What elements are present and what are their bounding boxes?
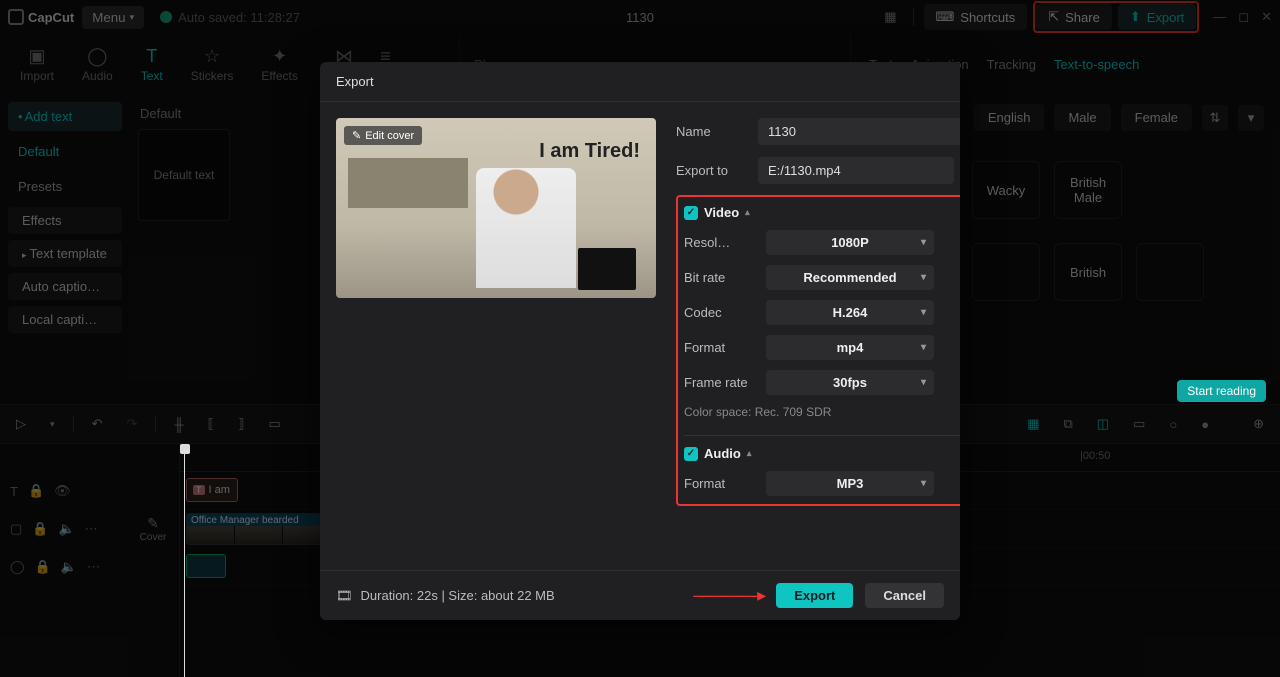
modal-title: Export (320, 62, 960, 102)
audio-format-select[interactable]: MP3▾ (766, 471, 934, 496)
export-confirm-button[interactable]: Export (776, 583, 853, 608)
resolution-select[interactable]: 1080P▾ (766, 230, 934, 255)
export-preview: ✎Edit cover I am Tired! (336, 118, 656, 298)
chevron-down-icon: ▾ (921, 478, 926, 489)
start-reading-button[interactable]: Start reading (1177, 380, 1266, 402)
chevron-down-icon: ▾ (921, 342, 926, 353)
chevron-down-icon: ▾ (921, 272, 926, 283)
preview-caption: I am Tired! (539, 140, 640, 163)
codec-label: Codec (684, 305, 756, 320)
audio-format-label: Format (684, 476, 756, 491)
edit-cover-button[interactable]: ✎Edit cover (344, 126, 422, 145)
video-checkbox[interactable]: ✓ (684, 206, 698, 220)
codec-select[interactable]: H.264▾ (766, 300, 934, 325)
cancel-button[interactable]: Cancel (865, 583, 944, 608)
framerate-label: Frame rate (684, 375, 756, 390)
framerate-select[interactable]: 30fps▾ (766, 370, 934, 395)
exportto-label: Export to (676, 163, 748, 178)
colorspace-info: Color space: Rec. 709 SDR (684, 405, 960, 419)
format-select[interactable]: mp4▾ (766, 335, 934, 360)
chevron-down-icon: ▾ (921, 377, 926, 388)
name-label: Name (676, 124, 748, 139)
pencil-icon: ✎ (352, 129, 361, 142)
collapse-icon: ▴ (745, 207, 750, 218)
resolution-label: Resol… (684, 235, 756, 250)
audio-checkbox[interactable]: ✓ (684, 447, 698, 461)
name-input[interactable] (758, 118, 960, 145)
chevron-down-icon: ▾ (921, 237, 926, 248)
arrow-annotation: ————▸ (693, 585, 764, 606)
film-icon: 🎞 (336, 588, 353, 604)
duration-info: Duration: 22s | Size: about 22 MB (361, 588, 555, 603)
exportto-input[interactable] (758, 157, 954, 184)
bitrate-select[interactable]: Recommended▾ (766, 265, 934, 290)
format-label: Format (684, 340, 756, 355)
audio-section-toggle[interactable]: ✓ Audio ▴ (684, 446, 960, 461)
collapse-icon: ▴ (747, 448, 752, 459)
export-modal: Export ✎Edit cover I am Tired! Name Expo… (320, 62, 960, 620)
chevron-down-icon: ▾ (921, 307, 926, 318)
export-settings-highlight: ✓ Video ▴ Resol… 1080P▾ Bit rate Recomme… (676, 195, 960, 506)
video-section-toggle[interactable]: ✓ Video ▴ (684, 205, 960, 220)
playhead[interactable] (184, 444, 185, 677)
bitrate-label: Bit rate (684, 270, 756, 285)
